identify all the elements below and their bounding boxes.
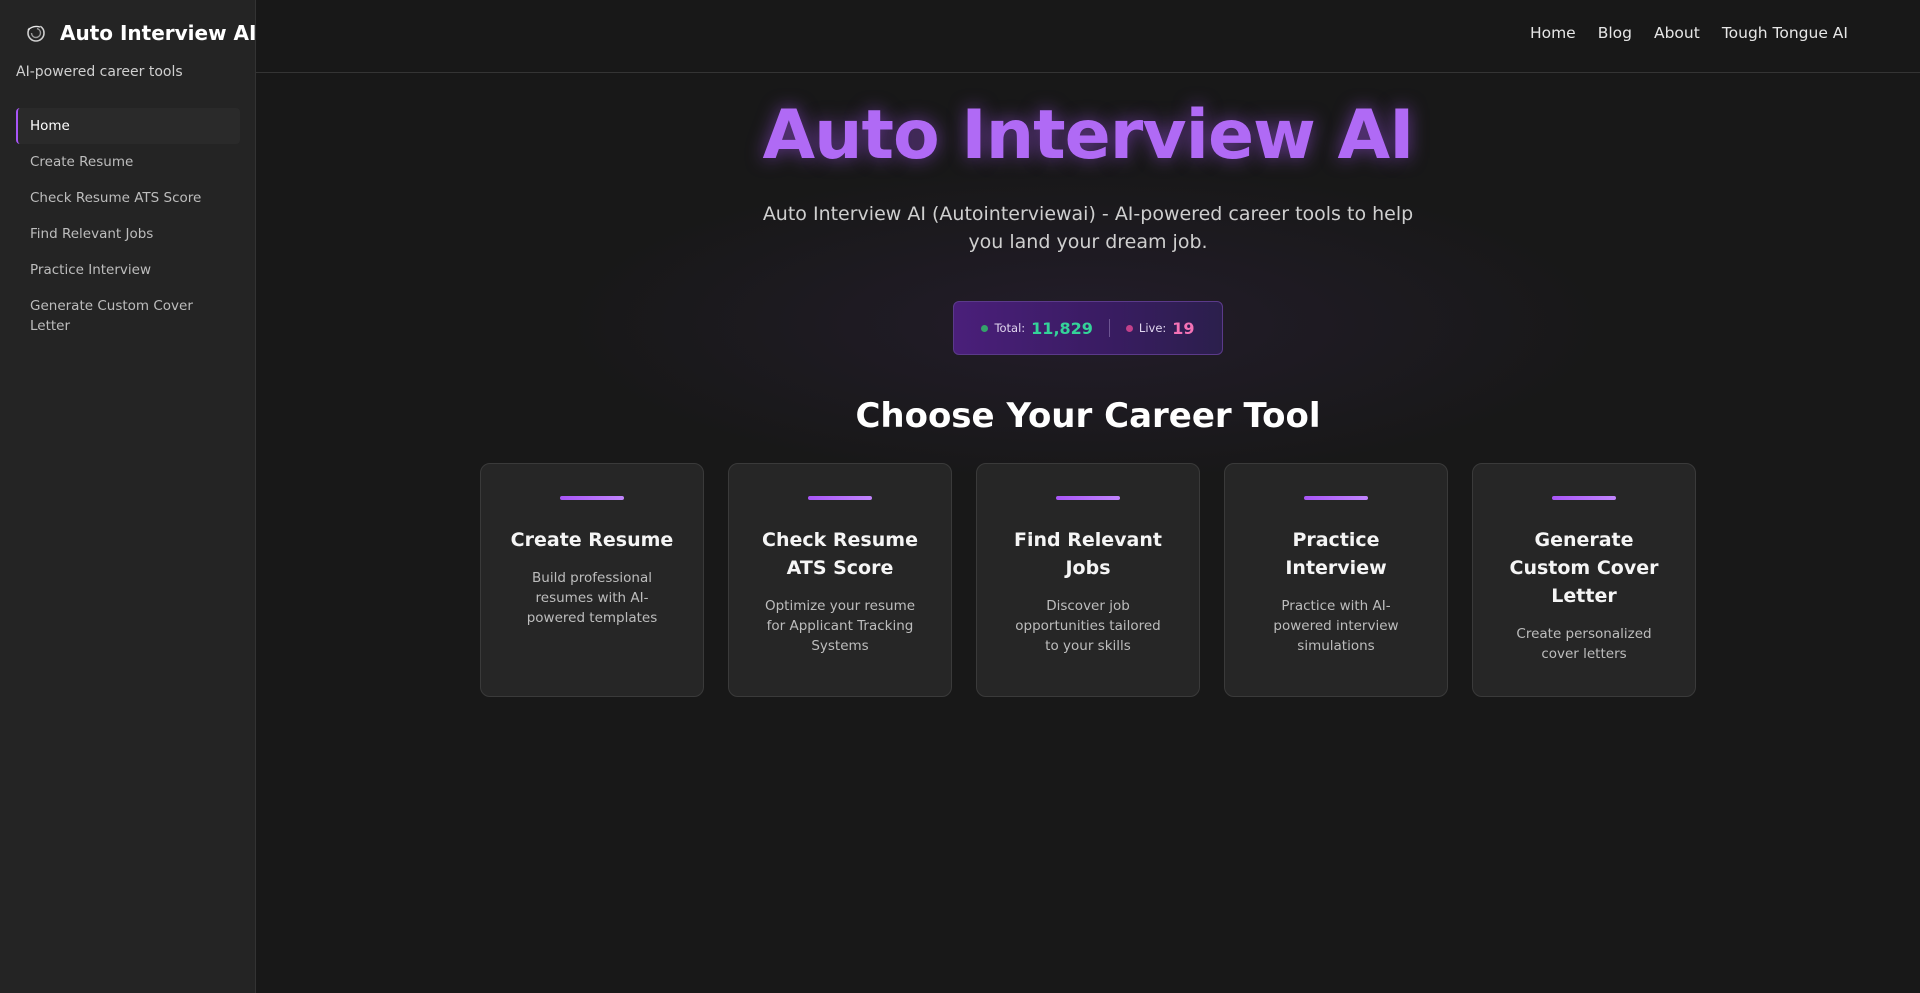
brand-title: Auto Interview AI bbox=[60, 21, 257, 45]
total-label: Total: bbox=[994, 321, 1026, 335]
swirl-logo-icon bbox=[24, 21, 48, 45]
total-stat: Total: 11,829 bbox=[981, 318, 1093, 338]
sidebar-item-find-jobs[interactable]: Find Relevant Jobs bbox=[16, 216, 240, 252]
topnav-link-about[interactable]: About bbox=[1654, 24, 1700, 42]
card-accent-bar bbox=[808, 496, 872, 500]
card-title: Find Relevant Jobs bbox=[1014, 529, 1162, 579]
sidebar-item-practice-interview[interactable]: Practice Interview bbox=[16, 252, 240, 288]
hero-subtitle: Auto Interview AI (Autointerviewai) - AI… bbox=[762, 203, 1414, 253]
main-content: Auto Interview AI Auto Interview AI (Aut… bbox=[256, 74, 1920, 993]
hero-title: Auto Interview AI bbox=[762, 96, 1415, 175]
stats-divider bbox=[1108, 319, 1110, 337]
total-value: 11,829 bbox=[1031, 318, 1093, 338]
card-description: Create personalized cover letters bbox=[1516, 626, 1652, 662]
live-value: 19 bbox=[1172, 318, 1195, 338]
card-description: Optimize your resume for Applicant Track… bbox=[764, 598, 916, 654]
card-accent-bar bbox=[1552, 496, 1616, 500]
card-title: Practice Interview bbox=[1285, 529, 1387, 579]
topnav-link-home[interactable]: Home bbox=[1530, 24, 1576, 42]
sidebar-item-cover-letter[interactable]: Generate Custom Cover Letter bbox=[16, 288, 240, 344]
usage-stats-badge: Total: 11,829 Live: 19 bbox=[953, 301, 1223, 355]
total-dot-icon bbox=[981, 324, 989, 332]
top-bar: Home Blog About Tough Tongue AI bbox=[256, 0, 1920, 73]
card-description: Build professional resumes with AI-power… bbox=[526, 570, 658, 626]
card-accent-bar bbox=[1304, 496, 1368, 500]
card-title: Check Resume ATS Score bbox=[762, 529, 918, 579]
sidebar: Auto Interview AI AI-powered career tool… bbox=[0, 0, 256, 993]
tool-cards: Create Resume Build professional resumes… bbox=[480, 463, 1696, 697]
topnav-link-blog[interactable]: Blog bbox=[1598, 24, 1632, 42]
tool-card-check-ats-score[interactable]: Check Resume ATS Score Optimize your res… bbox=[728, 463, 952, 697]
tool-card-practice-interview[interactable]: Practice Interview Practice with AI-powe… bbox=[1224, 463, 1448, 697]
sidebar-nav: Home Create Resume Check Resume ATS Scor… bbox=[16, 108, 240, 344]
brand-tagline: AI-powered career tools bbox=[16, 64, 183, 80]
brand[interactable]: Auto Interview AI bbox=[24, 21, 256, 45]
sidebar-item-home[interactable]: Home bbox=[16, 108, 240, 144]
top-nav: Home Blog About Tough Tongue AI bbox=[1530, 24, 1848, 42]
tool-card-find-jobs[interactable]: Find Relevant Jobs Discover job opportun… bbox=[976, 463, 1200, 697]
card-title: Generate Custom Cover Letter bbox=[1509, 529, 1659, 607]
topnav-link-tough-tongue-ai[interactable]: Tough Tongue AI bbox=[1722, 24, 1848, 42]
live-dot-icon bbox=[1125, 324, 1133, 332]
sidebar-item-check-ats-score[interactable]: Check Resume ATS Score bbox=[16, 180, 240, 216]
live-label: Live: bbox=[1138, 321, 1167, 335]
card-title: Create Resume bbox=[510, 529, 674, 551]
card-description: Discover job opportunities tailored to y… bbox=[1015, 598, 1161, 654]
card-description: Practice with AI-powered interview simul… bbox=[1273, 598, 1399, 654]
card-accent-bar bbox=[1056, 496, 1120, 500]
tool-card-cover-letter[interactable]: Generate Custom Cover Letter Create pers… bbox=[1472, 463, 1696, 697]
live-stat: Live: 19 bbox=[1125, 318, 1195, 338]
tools-heading: Choose Your Career Tool bbox=[855, 396, 1321, 436]
sidebar-item-create-resume[interactable]: Create Resume bbox=[16, 144, 240, 180]
tool-card-create-resume[interactable]: Create Resume Build professional resumes… bbox=[480, 463, 704, 697]
card-accent-bar bbox=[560, 496, 624, 500]
